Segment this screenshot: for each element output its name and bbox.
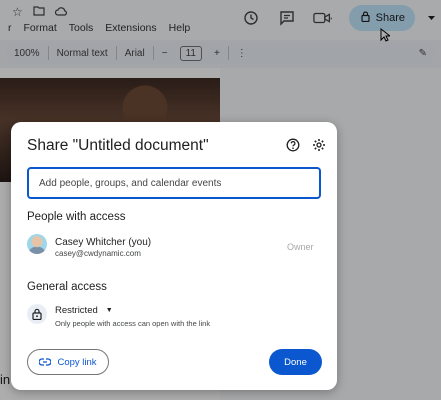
lock-icon [27, 304, 47, 324]
add-people-field [27, 167, 321, 199]
user-name: Casey Whitcher (you) [55, 237, 152, 248]
general-access-dropdown[interactable]: Restricted ▼ [55, 305, 113, 316]
add-people-input[interactable] [29, 169, 319, 197]
share-dialog: Share "Untitled document" People with ac… [11, 122, 337, 390]
avatar [27, 234, 47, 254]
access-description: Only people with access can open with th… [55, 319, 211, 328]
link-icon [39, 358, 52, 366]
user-email: casey@cwdynamic.com [55, 249, 141, 258]
copy-link-button[interactable]: Copy link [27, 349, 109, 375]
owner-role-label: Owner [287, 242, 314, 252]
access-level-label: Restricted [55, 305, 98, 316]
people-with-access-heading: People with access [27, 211, 126, 223]
chevron-down-icon: ▼ [105, 307, 113, 314]
done-button[interactable]: Done [269, 349, 322, 375]
general-access-heading: General access [27, 281, 107, 293]
copy-link-label: Copy link [57, 356, 97, 368]
dialog-title: Share "Untitled document" [27, 137, 209, 154]
help-icon[interactable] [286, 138, 300, 152]
gear-icon[interactable] [312, 138, 326, 152]
